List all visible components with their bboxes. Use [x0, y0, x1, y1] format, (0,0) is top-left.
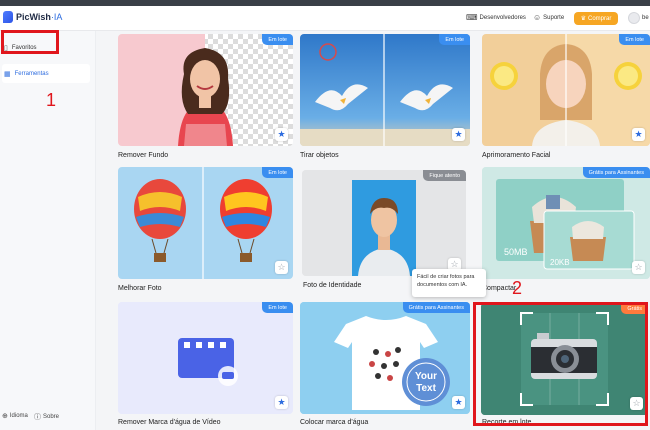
tool-label[interactable]: Colocar marca d'água: [300, 419, 368, 426]
globe-icon: ⊕: [2, 413, 8, 420]
annotation-box-2: [473, 302, 648, 426]
buy-button[interactable]: ♛ Comprar: [574, 12, 618, 25]
size-before-label: 50MB: [504, 247, 528, 257]
about-label: Sobre: [43, 414, 60, 420]
tooltip: Fácil de criar fotos para documentos com…: [412, 269, 486, 297]
improve-photo-preview: [118, 167, 293, 279]
tool-label[interactable]: Tirar objetos: [300, 152, 339, 159]
support-link[interactable]: ☺ Suporte: [533, 14, 564, 22]
tool-card-foto-identidade[interactable]: Fique atento ☆: [302, 170, 466, 276]
top-header: PicWish·IA ⌨ Desenvolvedores ☺ Suporte ♛…: [0, 6, 650, 31]
sidebar-item-label: Ferramentas: [14, 70, 49, 77]
badge-em-lote: Em lote: [619, 34, 650, 45]
badge-em-lote: Em lote: [262, 302, 293, 313]
developers-label: Desenvolvedores: [479, 15, 526, 21]
favorite-star-icon[interactable]: ★: [632, 128, 645, 141]
tool-card-remover-marca-video[interactable]: Em lote ★: [118, 302, 293, 414]
favorite-star-outline-icon[interactable]: ☆: [632, 261, 645, 274]
language-button[interactable]: ⊕ Idioma: [2, 412, 28, 420]
remove-background-preview: [118, 34, 293, 146]
app-logo[interactable]: PicWish·IA: [3, 11, 62, 23]
tool-card-remover-fundo[interactable]: Em lote ★: [118, 34, 293, 146]
favorite-star-icon[interactable]: ★: [275, 128, 288, 141]
info-icon: ⓘ: [34, 414, 41, 421]
tool-label[interactable]: Remover Marca d'água de Vídeo: [118, 419, 221, 426]
size-after-label: 20KB: [550, 258, 570, 267]
about-button[interactable]: ⓘ Sobre: [34, 412, 59, 422]
badge-gratis-assinantes: Grátis para Assinantes: [582, 167, 650, 178]
buy-label: Comprar: [588, 15, 612, 22]
tool-label[interactable]: Melhorar Foto: [118, 285, 162, 292]
favorite-star-icon[interactable]: ★: [275, 396, 288, 409]
crown-icon: ♛: [580, 16, 587, 22]
favorite-star-icon[interactable]: ★: [452, 396, 465, 409]
remove-objects-preview: [300, 34, 470, 146]
badge-em-lote: Em lote: [262, 167, 293, 178]
tool-card-tirar-objetos[interactable]: Em lote ★: [300, 34, 470, 146]
tool-label[interactable]: Aprimoramento Facial: [482, 152, 550, 159]
tool-label[interactable]: Foto de Identidade: [303, 282, 361, 289]
app-suffix: ·IA: [50, 12, 63, 22]
user-avatar[interactable]: [628, 12, 640, 24]
support-icon: ☺: [533, 13, 542, 22]
id-photo-preview: [302, 170, 466, 276]
annotation-box-1: [1, 30, 59, 54]
support-label: Suporte: [543, 15, 565, 21]
favorite-star-icon[interactable]: ★: [452, 128, 465, 141]
face-enhance-preview: [482, 34, 650, 146]
annotation-number-2: 2: [512, 278, 523, 298]
badge-fique-atento: Fique atento: [423, 170, 466, 181]
badge-em-lote: Em lote: [262, 34, 293, 45]
compress-preview: 50MB 20KB: [482, 167, 650, 279]
tool-card-colocar-marca[interactable]: Your Text Grátis para Assinantes ★: [300, 302, 470, 414]
favorite-star-outline-icon[interactable]: ☆: [275, 261, 288, 274]
tool-label[interactable]: Remover Fundo: [118, 152, 168, 159]
tool-card-aprimoramento-facial[interactable]: Em lote ★: [482, 34, 650, 146]
video-watermark-preview: [118, 302, 293, 414]
app-name: PicWish: [16, 12, 51, 22]
tool-card-compactar[interactable]: 50MB 20KB Grátis para Assinantes ☆: [482, 167, 650, 279]
badge-gratis-assinantes: Grátis para Assinantes: [402, 302, 470, 313]
tool-card-melhorar-foto[interactable]: Em lote ☆: [118, 167, 293, 279]
stamp-text-line-1: Your: [415, 371, 437, 382]
grid-icon: ▦: [4, 70, 11, 78]
sidebar-item-ferramentas[interactable]: ▦ Ferramentas: [2, 64, 90, 83]
annotation-number-1: 1: [46, 90, 57, 110]
language-label: Idioma: [9, 413, 28, 419]
picwish-logo-icon: [3, 11, 13, 23]
add-watermark-preview: Your Text: [300, 302, 470, 414]
developers-link[interactable]: ⌨ Desenvolvedores: [466, 14, 526, 22]
stamp-text-line-2: Text: [416, 383, 436, 394]
developer-icon: ⌨: [466, 13, 478, 22]
user-name[interactable]: be: [642, 15, 649, 21]
badge-em-lote: Em lote: [439, 34, 470, 45]
